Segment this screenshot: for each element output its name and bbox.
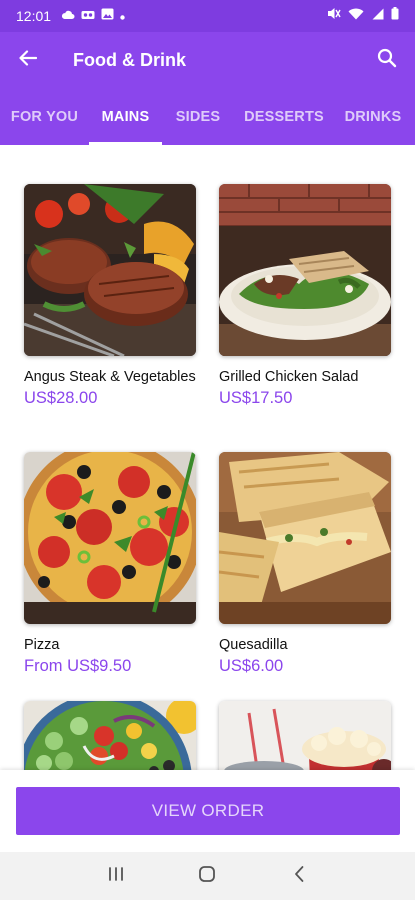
recents-button[interactable] — [96, 856, 136, 896]
menu-item-card[interactable] — [219, 701, 391, 770]
tab-mains[interactable]: MAINS — [89, 88, 162, 145]
battery-icon — [391, 7, 399, 25]
bottom-panel: VIEW ORDER — [0, 770, 415, 852]
recents-icon — [107, 866, 125, 887]
search-icon — [377, 48, 397, 73]
view-order-button[interactable]: VIEW ORDER — [16, 787, 400, 835]
menu-item-card[interactable]: Pizza From US$9.50 — [24, 452, 196, 676]
quesadilla-image[interactable] — [219, 452, 391, 624]
tab-sides[interactable]: SIDES — [162, 88, 234, 145]
cloud-icon — [61, 7, 75, 25]
menu-item-price: US$6.00 — [219, 657, 284, 675]
back-arrow-icon — [19, 49, 38, 71]
dot-icon — [120, 7, 125, 25]
steak-image[interactable] — [24, 184, 196, 356]
menu-item-card[interactable]: Quesadilla US$6.00 — [219, 452, 391, 676]
menu-item-name: Pizza — [24, 637, 60, 653]
search-button[interactable] — [359, 32, 415, 88]
status-bar: 12:01 — [0, 0, 415, 32]
chicken-salad-image[interactable] — [219, 184, 391, 356]
menu-item-card[interactable] — [24, 701, 196, 770]
tab-desserts[interactable]: DESSERTS — [234, 88, 334, 145]
home-icon — [198, 865, 216, 888]
menu-grid: Angus Steak & Vegetables US$28.00 Grille… — [0, 145, 415, 770]
status-time: 12:01 — [16, 8, 52, 24]
mute-icon — [327, 7, 341, 25]
tab-drinks[interactable]: DRINKS — [334, 88, 412, 145]
signal-icon — [371, 7, 384, 25]
pizza-image[interactable] — [24, 452, 196, 624]
menu-item-card[interactable]: Angus Steak & Vegetables US$28.00 — [24, 184, 196, 408]
status-right-icons — [327, 7, 399, 25]
page-title: Food & Drink — [73, 49, 186, 70]
status-left-icons — [61, 7, 125, 25]
wifi-icon — [348, 7, 364, 25]
menu-item-name: Grilled Chicken Salad — [219, 369, 359, 385]
app-bar: Food & Drink — [0, 32, 415, 88]
menu-item-name: Quesadilla — [219, 637, 288, 653]
menu-item-card[interactable]: Grilled Chicken Salad US$17.50 — [219, 184, 391, 408]
voicemail-icon — [81, 7, 95, 25]
salad-bowl-image[interactable] — [24, 701, 196, 770]
image-icon — [101, 7, 114, 25]
home-button[interactable] — [187, 856, 227, 896]
category-tabs: FOR YOU MAINS SIDES DESSERTS DRINKS — [0, 88, 415, 145]
popcorn-drink-image[interactable] — [219, 701, 391, 770]
system-nav-bar — [0, 852, 415, 900]
menu-item-price: US$28.00 — [24, 389, 98, 407]
menu-item-price: From US$9.50 — [24, 657, 132, 675]
back-nav-button[interactable] — [279, 856, 319, 896]
menu-item-price: US$17.50 — [219, 389, 293, 407]
tab-for-you[interactable]: FOR YOU — [0, 88, 89, 145]
back-button[interactable] — [0, 32, 56, 88]
back-icon — [293, 865, 305, 888]
menu-item-name: Angus Steak & Vegetables — [24, 369, 196, 385]
